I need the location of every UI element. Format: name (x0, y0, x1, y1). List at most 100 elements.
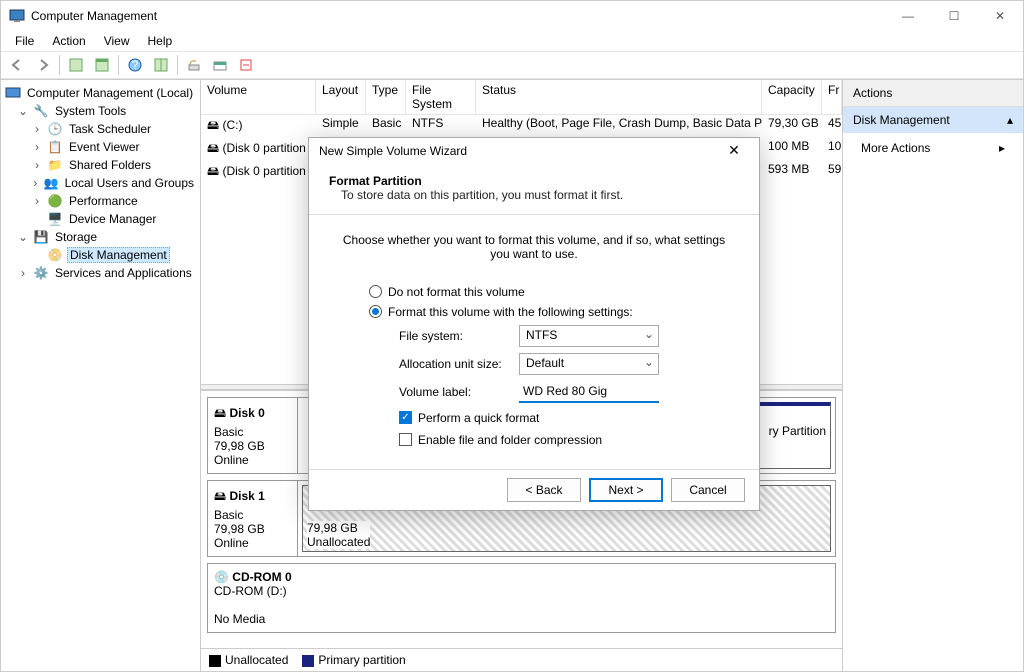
disk-row-cd[interactable]: 💿 CD-ROM 0 CD-ROM (D:) No Media (207, 563, 836, 633)
radio-icon (369, 305, 382, 318)
radio-format[interactable]: Format this volume with the following se… (369, 305, 729, 319)
nav-tree[interactable]: Computer Management (Local) ⌄ 🔧 System Too… (1, 80, 201, 671)
triangle-right-icon: ▸ (999, 141, 1005, 155)
tree-performance[interactable]: Performance (67, 194, 140, 208)
computer-icon (5, 85, 21, 101)
actions-more[interactable]: More Actions▸ (843, 133, 1023, 163)
actions-header: Actions (843, 80, 1023, 107)
input-volume-label[interactable] (519, 381, 659, 403)
wizard-close-button[interactable]: ✕ (719, 142, 749, 159)
toolbar-btn-6[interactable] (208, 53, 232, 77)
app-icon (9, 8, 25, 24)
minimize-button[interactable]: — (885, 1, 931, 31)
menubar: File Action View Help (1, 31, 1023, 51)
legend: Unallocated Primary partition (201, 648, 842, 671)
folder-icon: 📁 (47, 157, 63, 173)
menu-file[interactable]: File (7, 32, 42, 50)
chevron-down-icon[interactable]: ⌄ (17, 104, 29, 118)
select-file-system[interactable]: NTFS (519, 325, 659, 347)
tree-device-manager[interactable]: Device Manager (67, 212, 158, 226)
event-icon: 📋 (47, 139, 63, 155)
actions-disk-management[interactable]: Disk Management▴ (843, 107, 1023, 133)
disk-header: 🖴 Disk 0 Basic 79,98 GB Online (208, 398, 298, 473)
checkbox-icon: ✓ (399, 411, 412, 424)
chevron-right-icon[interactable]: › (17, 266, 29, 280)
svg-text:?: ? (132, 58, 139, 72)
col-capacity[interactable]: Capacity (762, 80, 822, 114)
toolbar-btn-2[interactable] (90, 53, 114, 77)
wizard-intro: Choose whether you want to format this v… (339, 233, 729, 261)
toolbar-btn-5[interactable] (182, 53, 206, 77)
col-free[interactable]: Fr (822, 80, 842, 114)
tree-disk-management[interactable]: Disk Management (67, 247, 170, 263)
maximize-button[interactable]: ☐ (931, 1, 977, 31)
tree-system-tools[interactable]: System Tools (53, 104, 128, 118)
tree-local-users[interactable]: Local Users and Groups (63, 176, 196, 190)
close-button[interactable]: ✕ (977, 1, 1023, 31)
services-icon: ⚙️ (33, 265, 49, 281)
wizard-titlebar[interactable]: New Simple Volume Wizard ✕ (309, 138, 759, 164)
chevron-right-icon[interactable]: › (31, 194, 43, 208)
radio-icon (369, 285, 382, 298)
label-volume-label: Volume label: (399, 385, 519, 399)
legend-unallocated: Unallocated (225, 653, 288, 667)
chevron-down-icon[interactable]: ⌄ (17, 230, 29, 244)
cancel-button[interactable]: Cancel (671, 478, 745, 502)
device-icon: 🖥️ (47, 211, 63, 227)
nav-fwd-button[interactable] (31, 53, 55, 77)
titlebar: Computer Management — ☐ ✕ (1, 1, 1023, 31)
next-button[interactable]: Next > (589, 478, 663, 502)
tree-root[interactable]: Computer Management (Local) (25, 86, 195, 100)
toolbar-btn-4[interactable] (149, 53, 173, 77)
chevron-right-icon[interactable]: › (31, 158, 43, 172)
toolbar-btn-1[interactable] (64, 53, 88, 77)
radio-no-format[interactable]: Do not format this volume (369, 285, 729, 299)
checkbox-compression[interactable]: Enable file and folder compression (399, 433, 729, 447)
storage-icon: 💾 (33, 229, 49, 245)
toolbar-btn-7[interactable] (234, 53, 258, 77)
wizard-header: Format Partition To store data on this p… (309, 164, 759, 215)
label-file-system: File system: (399, 329, 519, 343)
disk-header: 🖴 Disk 1 Basic 79,98 GB Online (208, 481, 298, 556)
triangle-up-icon: ▴ (1007, 113, 1013, 127)
chevron-right-icon[interactable]: › (31, 176, 40, 190)
back-button[interactable]: < Back (507, 478, 581, 502)
actions-pane: Actions Disk Management▴ More Actions▸ (843, 80, 1023, 671)
col-filesystem[interactable]: File System (406, 80, 476, 114)
window-title: Computer Management (31, 9, 885, 23)
wizard-subheading: To store data on this partition, you mus… (329, 188, 739, 202)
chevron-right-icon[interactable]: › (31, 140, 43, 154)
chevron-right-icon[interactable]: › (31, 122, 43, 136)
legend-primary: Primary partition (318, 653, 405, 667)
menu-help[interactable]: Help (140, 32, 181, 50)
col-status[interactable]: Status (476, 80, 762, 114)
menu-action[interactable]: Action (44, 32, 93, 50)
col-volume[interactable]: Volume (201, 80, 316, 114)
select-allocation-unit[interactable]: Default (519, 353, 659, 375)
menu-view[interactable]: View (96, 32, 138, 50)
grid-header: Volume Layout Type File System Status Ca… (201, 80, 842, 115)
tree-shared-folders[interactable]: Shared Folders (67, 158, 153, 172)
nav-back-button[interactable] (5, 53, 29, 77)
checkbox-icon (399, 433, 412, 446)
checkbox-quick-format[interactable]: ✓Perform a quick format (399, 411, 729, 425)
tools-icon: 🔧 (33, 103, 49, 119)
col-type[interactable]: Type (366, 80, 406, 114)
tree-services[interactable]: Services and Applications (53, 266, 194, 280)
tree-storage[interactable]: Storage (53, 230, 99, 244)
table-row[interactable]: 🖴 (C:)SimpleBasicNTFSHealthy (Boot, Page… (201, 115, 842, 138)
wizard-dialog: New Simple Volume Wizard ✕ Format Partit… (308, 137, 760, 511)
tree-event-viewer[interactable]: Event Viewer (67, 140, 141, 154)
wizard-footer: < Back Next > Cancel (309, 469, 759, 510)
col-layout[interactable]: Layout (316, 80, 366, 114)
wizard-heading: Format Partition (329, 174, 422, 188)
clock-icon: 🕒 (47, 121, 63, 137)
label-allocation-unit: Allocation unit size: (399, 357, 519, 371)
help-button[interactable]: ? (123, 53, 147, 77)
perf-icon: 🟢 (47, 193, 63, 209)
wizard-title: New Simple Volume Wizard (319, 144, 719, 158)
tree-task-scheduler[interactable]: Task Scheduler (67, 122, 153, 136)
users-icon: 👥 (44, 175, 59, 191)
toolbar: ? (1, 51, 1023, 79)
disk-header: 💿 CD-ROM 0 CD-ROM (D:) No Media (208, 564, 835, 632)
